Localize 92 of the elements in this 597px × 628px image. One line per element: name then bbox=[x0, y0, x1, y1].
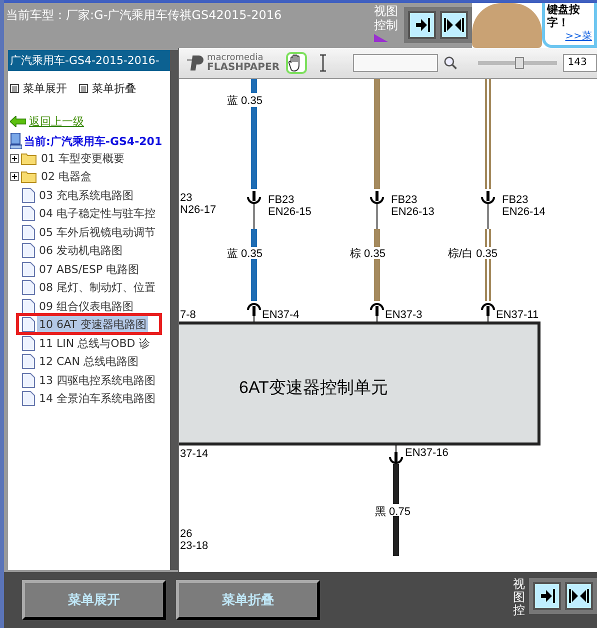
pin-symbol bbox=[370, 303, 384, 324]
view-button[interactable] bbox=[565, 582, 593, 610]
connector-symbol bbox=[481, 191, 495, 230]
wire-label: 蓝 0.35 bbox=[227, 95, 262, 107]
connector-symbol bbox=[370, 191, 384, 230]
pin-symbol bbox=[481, 303, 495, 324]
connector-label: FB23 bbox=[502, 194, 528, 206]
tree-item[interactable]: 12 CAN 总线电路图 bbox=[37, 353, 140, 370]
expand-menu-button[interactable]: 菜单展开 bbox=[10, 81, 67, 96]
wire-label: 棕/白 0.35 bbox=[448, 248, 498, 260]
pin-label: EN37-16 bbox=[405, 447, 448, 459]
expand-icon[interactable] bbox=[10, 154, 19, 163]
mascot-placeholder bbox=[472, 3, 542, 48]
connector-label: FB23 bbox=[391, 194, 418, 206]
scrollbar[interactable] bbox=[170, 50, 178, 570]
tree-item[interactable]: 14 全景泊车系统电路图 bbox=[37, 390, 158, 408]
hand-tool-button[interactable] bbox=[286, 52, 306, 74]
collapse-menu-button[interactable]: 菜单折叠 bbox=[79, 81, 136, 96]
document-icon bbox=[22, 372, 35, 388]
tree-item[interactable]: 05 车外后视镜电动调节 bbox=[37, 224, 158, 241]
connector-label: EN26-13 bbox=[391, 206, 434, 218]
document-icon bbox=[22, 298, 35, 314]
tree-item[interactable]: 07 ABS/ESP 电路图 bbox=[37, 260, 142, 278]
document-icon bbox=[22, 262, 35, 277]
view-control-label: 视图控制 bbox=[374, 3, 398, 33]
tree-item[interactable]: 08 尾灯、制动灯、位置 bbox=[37, 279, 158, 296]
control-unit-label: 6AT变速器控制单元 bbox=[239, 378, 388, 397]
view-button[interactable] bbox=[533, 582, 561, 610]
tree-item[interactable]: 11 LIN 总线与OBD 诊 bbox=[37, 334, 152, 352]
connector-label: 7-8 bbox=[180, 309, 196, 321]
slider-thumb[interactable] bbox=[514, 57, 524, 69]
document-icon bbox=[22, 336, 35, 351]
tree-item[interactable]: 04 电子稳定性与驻车控 bbox=[37, 205, 158, 222]
document-icon bbox=[22, 188, 35, 203]
tree-item[interactable]: 10 6AT 变速器电路图 bbox=[37, 316, 148, 334]
ad-link[interactable]: >>菜 bbox=[565, 29, 592, 44]
pin-symbol bbox=[389, 444, 403, 464]
folder-icon bbox=[21, 170, 37, 184]
document-icon bbox=[22, 354, 35, 370]
connector-symbol bbox=[247, 191, 261, 230]
document-icon bbox=[22, 280, 35, 296]
logo-icon bbox=[187, 55, 205, 71]
document-icon bbox=[22, 224, 35, 240]
zoom-field[interactable]: 143 bbox=[562, 54, 597, 72]
view-button[interactable] bbox=[408, 11, 436, 39]
connector-label: 26 bbox=[180, 528, 192, 540]
arrows-inward-icon bbox=[444, 18, 464, 32]
connector-label: N26-17 bbox=[180, 204, 216, 216]
pin-label: EN37-4 bbox=[262, 309, 300, 321]
sidebar-title: 广汽乘用车-GS4-2015-2016- bbox=[8, 50, 170, 71]
folder-icon bbox=[21, 152, 37, 165]
arrows-inward-icon bbox=[569, 589, 589, 603]
wire-label: 蓝 0.35 bbox=[227, 248, 262, 260]
brand-name: macromedia bbox=[207, 54, 264, 63]
document-icon bbox=[22, 243, 35, 258]
view-control-label: 视图控 bbox=[513, 578, 525, 618]
tree-item[interactable]: 02 电器盒 bbox=[39, 168, 94, 186]
expand-icon[interactable] bbox=[10, 172, 19, 182]
pin-label: EN37-11 bbox=[496, 309, 539, 321]
tree-item[interactable]: 01 车型变更概要 bbox=[39, 150, 126, 167]
corner-marker-icon bbox=[374, 34, 388, 42]
pin-symbol bbox=[247, 303, 261, 324]
tree-item[interactable]: 03 充电系统电路图 bbox=[37, 186, 136, 204]
connector-label: EN26-15 bbox=[268, 206, 312, 218]
ad-text: 键盘按字！ bbox=[547, 3, 580, 30]
current-location: 当前:广汽乘用车-GS4-201 bbox=[24, 134, 162, 148]
document-icon bbox=[22, 317, 35, 332]
search-icon[interactable] bbox=[444, 56, 458, 70]
tree-item[interactable]: 09 组合仪表电路图 bbox=[37, 298, 136, 315]
connector-label: EN26-14 bbox=[502, 206, 546, 218]
wire-label: 棕 0.35 bbox=[350, 248, 386, 260]
connector-label: 37-14 bbox=[180, 448, 208, 460]
list-icon bbox=[79, 84, 88, 93]
connector-label: 23 bbox=[180, 192, 192, 204]
arrow-to-bar-icon bbox=[539, 589, 555, 603]
window-title: 当前车型：厂家:G-广汽乘用车传祺GS42015-2016 bbox=[5, 7, 283, 24]
product-name: FLASHPAPER bbox=[207, 62, 280, 72]
text-cursor-icon bbox=[318, 54, 327, 72]
document-icon bbox=[22, 206, 35, 222]
wire-label: 黑 0.75 bbox=[375, 506, 410, 518]
connector-label: FB23 bbox=[268, 194, 294, 206]
view-button[interactable] bbox=[440, 11, 468, 39]
back-link[interactable]: 返回上一级 bbox=[29, 114, 84, 129]
pin-label: EN37-3 bbox=[385, 309, 422, 321]
arrow-to-bar-icon bbox=[414, 18, 430, 32]
computer-icon bbox=[10, 133, 22, 149]
search-field[interactable] bbox=[353, 54, 438, 72]
tree-item[interactable]: 06 发动机电路图 bbox=[37, 242, 124, 260]
connector-label: 23-18 bbox=[180, 540, 208, 552]
back-arrow-icon bbox=[10, 116, 26, 127]
tree-item[interactable]: 13 四驱电控系统电路图 bbox=[37, 372, 158, 389]
document-icon bbox=[22, 391, 35, 406]
